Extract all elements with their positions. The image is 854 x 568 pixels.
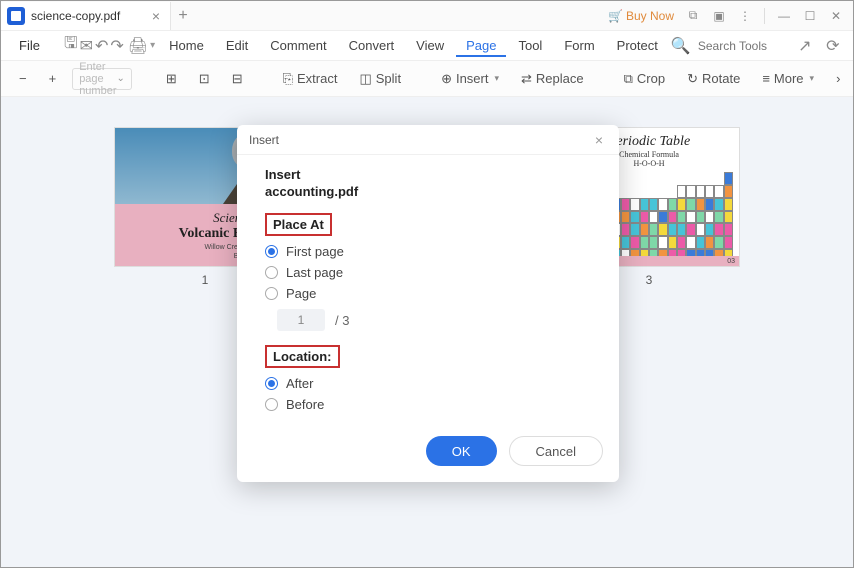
chevron-down-icon[interactable]: ▾ (150, 40, 155, 51)
radio-icon (265, 266, 278, 279)
page-down-icon[interactable]: ⊟ (226, 67, 249, 91)
tab-title: science-copy.pdf (31, 9, 144, 23)
zoom-out-button[interactable]: − (13, 67, 33, 90)
page-number-input[interactable]: Enter page number ⌄ (72, 68, 132, 90)
zoom-in-button[interactable]: + (43, 67, 63, 90)
close-tab-icon[interactable]: × (150, 8, 162, 24)
menubar: File 🖫 ✉ ↶ ↷ 🖨 ▾ Home Edit Comment Conve… (1, 31, 853, 61)
expand-icon[interactable]: ⌂ (850, 35, 854, 57)
close-window-button[interactable]: ✕ (825, 5, 847, 27)
tab-form[interactable]: Form (554, 34, 604, 57)
buy-now-button[interactable]: 🛒 Buy Now (604, 9, 678, 23)
tab-page[interactable]: Page (456, 34, 506, 57)
titlebar-right: 🛒 Buy Now ⧉ ▣ ⋮ — ☐ ✕ (604, 5, 853, 27)
radio-label: First page (286, 244, 344, 259)
dialog-title: Insert (249, 133, 279, 147)
grid-icon[interactable]: ⊞ (160, 67, 183, 91)
radio-label: Page (286, 286, 316, 301)
page-toolbar: − + Enter page number ⌄ ⊞ ⊡ ⊟ ⎘ Extract … (1, 61, 853, 97)
search-input[interactable] (698, 39, 788, 53)
undo-icon[interactable]: ↶ (95, 35, 108, 57)
mail-icon[interactable]: ✉ (80, 35, 93, 57)
buy-now-label: Buy Now (626, 9, 674, 23)
cancel-button[interactable]: Cancel (509, 436, 603, 466)
radio-icon (265, 245, 278, 258)
location-heading: Location: (265, 345, 340, 368)
tab-edit[interactable]: Edit (216, 34, 258, 57)
radio-last-page[interactable]: Last page (265, 265, 591, 280)
radio-page[interactable]: Page (265, 286, 591, 301)
tab-protect[interactable]: Protect (607, 34, 668, 57)
crop-button[interactable]: ⧉ Crop (618, 67, 671, 91)
dialog-body: Insert accounting.pdf Place At First pag… (237, 155, 619, 426)
thumb-number: 3 (646, 273, 653, 287)
cart-icon: 🛒 (608, 9, 623, 23)
tab-view[interactable]: View (406, 34, 454, 57)
print-icon[interactable]: 🖨 (128, 35, 148, 57)
page-up-icon[interactable]: ⊡ (193, 67, 216, 91)
add-tab-button[interactable]: + (171, 7, 195, 25)
tab-home[interactable]: Home (159, 34, 214, 57)
radio-label: Before (286, 397, 324, 412)
document-tab[interactable]: science-copy.pdf × (1, 2, 171, 30)
app-icon (7, 7, 25, 25)
tab-tool[interactable]: Tool (508, 34, 552, 57)
file-menu[interactable]: File (11, 34, 48, 57)
page-number-placeholder: Enter page number (79, 61, 116, 97)
redo-icon[interactable]: ↷ (110, 35, 123, 57)
insert-button[interactable]: ⊕ Insert▾ (435, 67, 505, 91)
titlebar: science-copy.pdf × + 🛒 Buy Now ⧉ ▣ ⋮ — ☐… (1, 1, 853, 31)
page-number-field[interactable] (277, 309, 325, 331)
radio-icon (265, 398, 278, 411)
ok-button[interactable]: OK (426, 436, 497, 466)
divider (764, 8, 765, 24)
chevron-down-icon: ⌄ (116, 73, 124, 84)
overflow-button[interactable]: › (830, 67, 846, 90)
close-dialog-button[interactable]: × (591, 130, 607, 150)
cloud-icon[interactable]: ⟳ (822, 35, 844, 57)
gift-icon[interactable]: ⧉ (682, 5, 704, 27)
radio-label: Last page (286, 265, 343, 280)
place-at-heading: Place At (265, 213, 332, 236)
insert-filename: accounting.pdf (265, 184, 591, 199)
insert-label: Insert (265, 167, 591, 182)
minimize-button[interactable]: — (773, 5, 795, 27)
tab-comment[interactable]: Comment (260, 34, 336, 57)
extract-button[interactable]: ⎘ Extract (277, 67, 344, 91)
search-icon: 🔍 (670, 35, 692, 57)
tab-convert[interactable]: Convert (339, 34, 405, 57)
radio-before[interactable]: Before (265, 397, 591, 412)
preview-page-num: 03 (727, 258, 735, 265)
radio-label: After (286, 376, 313, 391)
chevron-down-icon: ▾ (494, 73, 499, 84)
kebab-menu-icon[interactable]: ⋮ (734, 5, 756, 27)
dialog-header: Insert × (237, 125, 619, 155)
replace-button[interactable]: ⇄ Replace (515, 67, 590, 91)
radio-after[interactable]: After (265, 376, 591, 391)
dialog-footer: OK Cancel (237, 426, 619, 482)
toolbar-right: ≡ More▾ › (756, 67, 846, 90)
radio-icon (265, 287, 278, 300)
radio-first-page[interactable]: First page (265, 244, 591, 259)
split-button[interactable]: ◫ Split (353, 67, 407, 91)
save-icon[interactable]: 🖫 (64, 35, 78, 57)
menubar-right: 🔍 ↗ ⟳ ⌂ (670, 35, 854, 57)
thumb-number: 1 (202, 273, 209, 287)
help-icon[interactable]: ▣ (708, 5, 730, 27)
insert-dialog: Insert × Insert accounting.pdf Place At … (237, 125, 619, 482)
page-number-row: / 3 (277, 309, 591, 331)
page-total: / 3 (335, 313, 349, 328)
maximize-button[interactable]: ☐ (799, 5, 821, 27)
rotate-button[interactable]: ↻ Rotate (681, 67, 746, 91)
chevron-down-icon: ▾ (810, 73, 815, 84)
radio-icon (265, 377, 278, 390)
more-button[interactable]: ≡ More▾ (756, 67, 820, 90)
share-icon[interactable]: ↗ (794, 35, 816, 57)
